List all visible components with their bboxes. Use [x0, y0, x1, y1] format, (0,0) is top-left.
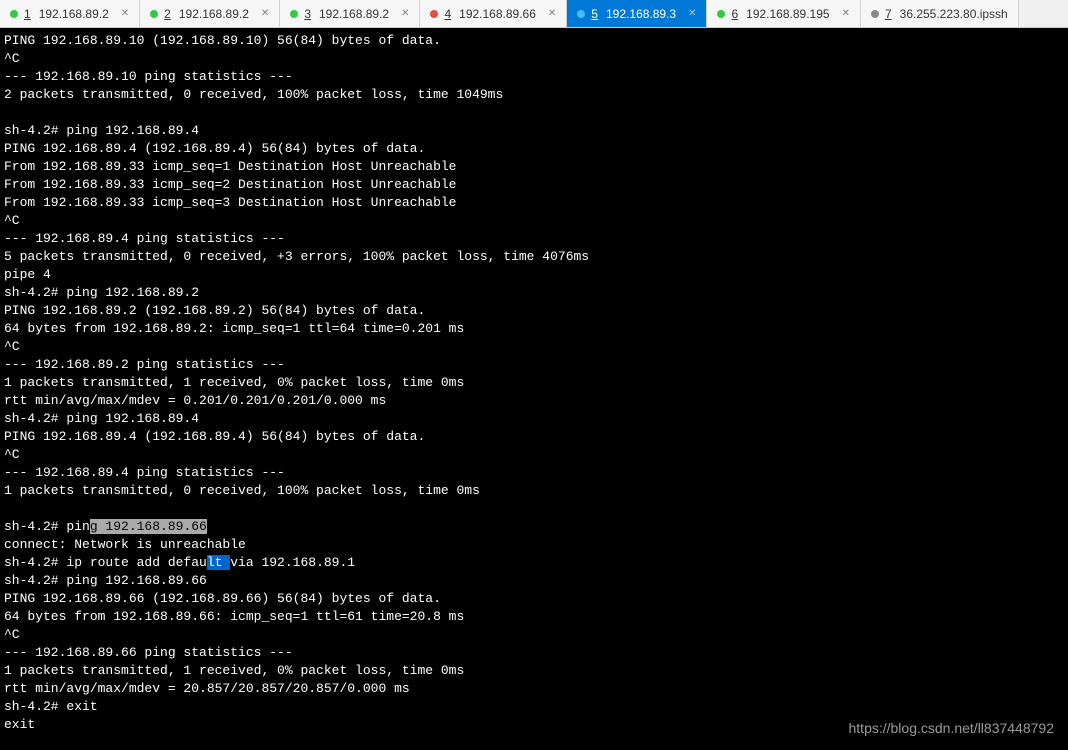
- tab-label: 36.255.223.80.ipssh: [900, 7, 1008, 21]
- tab-session-1[interactable]: 1 192.168.89.2 ✕: [0, 0, 140, 27]
- terminal-line: rtt min/avg/max/mdev = 0.201/0.201/0.201…: [4, 393, 386, 408]
- tab-session-2[interactable]: 2 192.168.89.2 ✕: [140, 0, 280, 27]
- tab-session-5[interactable]: 5 192.168.89.3 ✕: [567, 0, 707, 27]
- terminal-line: sh-4.2# ping 192.168.89.66: [4, 573, 207, 588]
- terminal-line: --- 192.168.89.2 ping statistics ---: [4, 357, 285, 372]
- tab-session-6[interactable]: 6 192.168.89.195 ✕: [707, 0, 861, 27]
- terminal-output[interactable]: PING 192.168.89.10 (192.168.89.10) 56(84…: [0, 28, 1068, 750]
- terminal-line: 64 bytes from 192.168.89.66: icmp_seq=1 …: [4, 609, 464, 624]
- terminal-line: sh-4.2# ip route add default via 192.168…: [4, 555, 355, 570]
- terminal-line: PING 192.168.89.4 (192.168.89.4) 56(84) …: [4, 429, 425, 444]
- terminal-line: PING 192.168.89.2 (192.168.89.2) 56(84) …: [4, 303, 425, 318]
- tab-label: 192.168.89.2: [319, 7, 389, 21]
- tab-number: 4: [444, 7, 451, 21]
- close-icon[interactable]: ✕: [121, 8, 129, 19]
- terminal-line: sh-4.2# ping 192.168.89.4: [4, 411, 199, 426]
- terminal-line: From 192.168.89.33 icmp_seq=3 Destinatio…: [4, 195, 456, 210]
- tab-session-7[interactable]: 7 36.255.223.80.ipssh: [861, 0, 1019, 27]
- terminal-line: sh-4.2# ping 192.168.89.2: [4, 285, 199, 300]
- status-dot-icon: [430, 10, 438, 18]
- tab-label: 192.168.89.2: [39, 7, 109, 21]
- tab-label: 192.168.89.66: [459, 7, 536, 21]
- status-dot-icon: [290, 10, 298, 18]
- terminal-line: sh-4.2# ping 192.168.89.4: [4, 123, 199, 138]
- terminal-line: From 192.168.89.33 icmp_seq=2 Destinatio…: [4, 177, 456, 192]
- close-icon[interactable]: ✕: [842, 8, 850, 19]
- terminal-line: ^C: [4, 213, 20, 228]
- tab-number: 2: [164, 7, 171, 21]
- terminal-line: sh-4.2# ping 192.168.89.66: [4, 519, 207, 534]
- close-icon[interactable]: ✕: [261, 8, 269, 19]
- terminal-line: exit: [4, 717, 35, 732]
- tab-number: 1: [24, 7, 31, 21]
- terminal-line: From 192.168.89.33 icmp_seq=1 Destinatio…: [4, 159, 456, 174]
- tab-label: 192.168.89.195: [746, 7, 829, 21]
- status-dot-icon: [150, 10, 158, 18]
- terminal-line: PING 192.168.89.10 (192.168.89.10) 56(84…: [4, 33, 441, 48]
- tab-number: 7: [885, 7, 892, 21]
- terminal-line: 1 packets transmitted, 1 received, 0% pa…: [4, 663, 464, 678]
- cursor-highlight: lt: [207, 555, 230, 570]
- status-dot-icon: [871, 10, 879, 18]
- terminal-line: 64 bytes from 192.168.89.2: icmp_seq=1 t…: [4, 321, 464, 336]
- terminal-line: ^C: [4, 339, 20, 354]
- tab-bar: 1 192.168.89.2 ✕ 2 192.168.89.2 ✕ 3 192.168.89.…: [0, 0, 1068, 28]
- close-icon[interactable]: ✕: [688, 8, 696, 19]
- terminal-line: PING 192.168.89.66 (192.168.89.66) 56(84…: [4, 591, 441, 606]
- close-icon[interactable]: ✕: [548, 8, 556, 19]
- terminal-line: 2 packets transmitted, 0 received, 100% …: [4, 87, 503, 102]
- close-icon[interactable]: ✕: [401, 8, 409, 19]
- tab-session-3[interactable]: 3 192.168.89.2 ✕: [280, 0, 420, 27]
- status-dot-icon: [717, 10, 725, 18]
- terminal-line: pipe 4: [4, 267, 51, 282]
- selected-text: g 192.168.89.66: [90, 519, 207, 534]
- terminal-line: --- 192.168.89.4 ping statistics ---: [4, 465, 285, 480]
- terminal-line: 1 packets transmitted, 0 received, 100% …: [4, 483, 480, 498]
- watermark-text: https://blog.csdn.net/ll837448792: [849, 720, 1055, 736]
- terminal-line: ^C: [4, 51, 20, 66]
- tab-number: 3: [304, 7, 311, 21]
- tab-number: 5: [591, 7, 598, 21]
- tab-label: 192.168.89.2: [179, 7, 249, 21]
- terminal-line: sh-4.2# exit: [4, 699, 98, 714]
- terminal-line: 1 packets transmitted, 1 received, 0% pa…: [4, 375, 464, 390]
- terminal-line: --- 192.168.89.66 ping statistics ---: [4, 645, 293, 660]
- terminal-line: connect: Network is unreachable: [4, 537, 246, 552]
- terminal-line: PING 192.168.89.4 (192.168.89.4) 56(84) …: [4, 141, 425, 156]
- tab-session-4[interactable]: 4 192.168.89.66 ✕: [420, 0, 567, 27]
- terminal-line: --- 192.168.89.4 ping statistics ---: [4, 231, 285, 246]
- status-dot-icon: [10, 10, 18, 18]
- terminal-line: --- 192.168.89.10 ping statistics ---: [4, 69, 293, 84]
- terminal-line: 5 packets transmitted, 0 received, +3 er…: [4, 249, 589, 264]
- terminal-line: ^C: [4, 627, 20, 642]
- status-dot-icon: [577, 10, 585, 18]
- tab-label: 192.168.89.3: [606, 7, 676, 21]
- tab-number: 6: [731, 7, 738, 21]
- terminal-line: ^C: [4, 447, 20, 462]
- terminal-line: rtt min/avg/max/mdev = 20.857/20.857/20.…: [4, 681, 410, 696]
